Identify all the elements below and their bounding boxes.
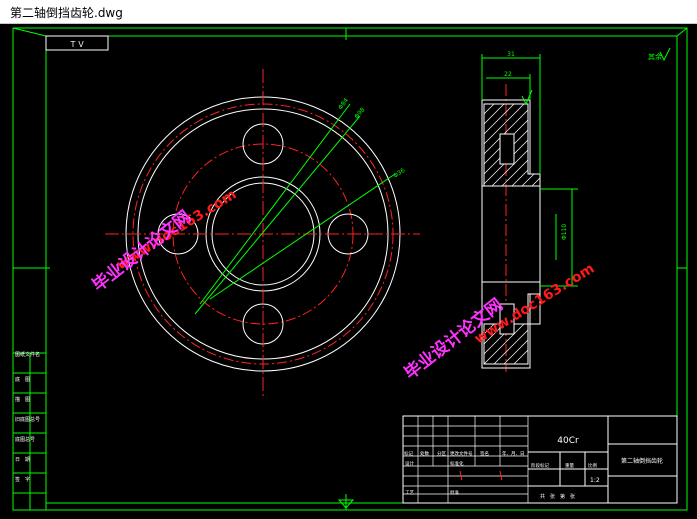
dim-text: 31 xyxy=(507,51,515,58)
title-header: 更改文件号 xyxy=(450,450,473,457)
left-bar-item: 图纸文件名 xyxy=(15,351,40,358)
watermark-2: www.doc163.com 毕业设计论文网 xyxy=(400,261,597,384)
title-header: 标记 xyxy=(404,450,413,457)
left-revision-bar: 图纸文件名 底 图 描 图 旧底图总号 底图总号 日 期 签 字 xyxy=(12,351,47,511)
left-bar-item: 底图总号 xyxy=(15,436,35,443)
stage-label: 阶段标记 xyxy=(531,462,549,469)
std-label: 标准化 xyxy=(450,460,464,467)
left-bar-item: 底 图 xyxy=(15,376,30,383)
scale-label: 比例 xyxy=(588,462,597,469)
title-header: 年、月、日 xyxy=(502,450,525,457)
watermark-1: www.doc163.com 毕业设计论文网 xyxy=(88,187,239,296)
title-header: 处数 xyxy=(420,450,429,457)
title-header: 签名 xyxy=(480,450,489,457)
drawing-svg: ＴＶ 其余 Φ84 Φ98 Φ36 31 22 Φ110 图纸文件名 底 图 描… xyxy=(12,27,688,511)
left-bar-item: 日 期 xyxy=(15,457,30,463)
material-text: 40Cr xyxy=(557,436,579,446)
roughness-label: 其余 xyxy=(648,52,662,61)
leader-line xyxy=(194,115,361,315)
leader-label: Φ84 xyxy=(337,97,350,111)
dim-text: 22 xyxy=(504,71,512,78)
scale-value: 1:2 xyxy=(590,477,600,484)
design-label: 设计 xyxy=(405,460,414,467)
code-box-text: ＴＶ xyxy=(69,40,85,49)
cad-drawing-canvas[interactable]: ＴＶ 其余 Φ84 Φ98 Φ36 31 22 Φ110 图纸文件名 底 图 描… xyxy=(0,24,697,519)
window-title: 第二轴倒挡齿轮.dwg xyxy=(10,6,123,20)
weight-label: 重量 xyxy=(565,462,574,469)
leader-label: Φ98 xyxy=(353,106,366,120)
left-bar-item: 签 字 xyxy=(15,476,30,483)
part-name: 第二轴倒挡齿轮 xyxy=(621,457,663,465)
web-hole xyxy=(499,133,515,165)
left-bar-item: 旧底图总号 xyxy=(15,416,40,423)
process-label: 工艺 xyxy=(405,490,414,496)
leader-label: Φ36 xyxy=(392,167,406,180)
approve-label: 批准 xyxy=(450,489,459,496)
left-bar-item: 描 图 xyxy=(15,396,30,403)
dim-text: Φ110 xyxy=(561,224,568,240)
watermark-name: 毕业设计论文网 xyxy=(88,206,195,296)
corner-mark xyxy=(12,27,47,37)
sheet-info: 共 张 第 张 xyxy=(540,493,575,500)
window-titlebar: 第二轴倒挡齿轮.dwg xyxy=(0,0,697,24)
corner-mark xyxy=(676,27,688,37)
title-block: 标记 处数 分区 更改文件号 签名 年、月、日 设计 标准化 工艺 批准 40C… xyxy=(402,415,678,504)
title-header: 分区 xyxy=(437,450,446,457)
